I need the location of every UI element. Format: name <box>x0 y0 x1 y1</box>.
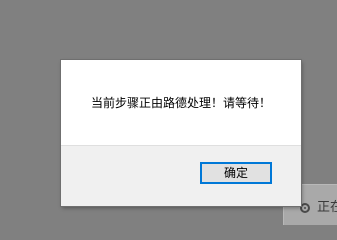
background-status-label: 正在 <box>317 200 337 215</box>
message-dialog: 当前步骤正由路德处理！请等待！ 确定 <box>61 60 301 206</box>
ok-button[interactable]: 确定 <box>200 162 272 184</box>
gear-icon <box>300 203 310 213</box>
dialog-body: 当前步骤正由路德处理！请等待！ <box>61 60 301 145</box>
dialog-message: 当前步骤正由路德处理！请等待！ <box>90 96 271 110</box>
dialog-footer: 确定 <box>61 145 301 206</box>
